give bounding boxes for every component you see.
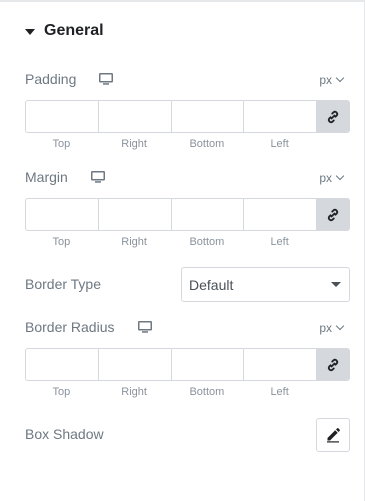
margin-unit-select[interactable]: px xyxy=(319,171,345,185)
border-radius-right-input[interactable] xyxy=(97,348,171,381)
border-type-select[interactable]: Default xyxy=(181,267,350,302)
chevron-down-icon xyxy=(335,73,345,83)
padding-left-input[interactable] xyxy=(243,100,317,133)
padding-right-input[interactable] xyxy=(97,100,171,133)
border-radius-bottom-input[interactable] xyxy=(170,348,244,381)
side-label-right: Right xyxy=(121,236,147,248)
border-radius-side-labels: Top Right Bottom Left xyxy=(25,386,316,398)
side-label-top: Top xyxy=(52,386,71,398)
padding-dimensions xyxy=(25,100,351,133)
border-type-value: Default xyxy=(189,276,234,293)
side-label-bottom: Bottom xyxy=(189,138,225,150)
margin-right-input[interactable] xyxy=(97,198,171,231)
padding-side-labels: Top Right Bottom Left xyxy=(25,138,316,150)
margin-unit-value: px xyxy=(319,171,332,185)
side-label-bottom: Bottom xyxy=(189,236,225,248)
side-label-left: Left xyxy=(270,386,289,398)
section-title: General xyxy=(44,22,104,39)
padding-link-button[interactable] xyxy=(316,100,351,133)
border-radius-link-button[interactable] xyxy=(316,348,351,381)
margin-left-input[interactable] xyxy=(243,198,317,231)
border-radius-unit-select[interactable]: px xyxy=(319,321,345,335)
top-divider xyxy=(0,0,365,2)
desktop-icon[interactable] xyxy=(99,73,113,85)
pencil-icon xyxy=(327,428,340,443)
border-radius-dimensions xyxy=(25,348,351,381)
border-radius-unit-value: px xyxy=(319,321,332,335)
margin-dimensions xyxy=(25,198,351,231)
margin-bottom-input[interactable] xyxy=(170,198,244,231)
border-radius-top-input[interactable] xyxy=(25,348,98,381)
side-label-left: Left xyxy=(270,236,289,248)
side-label-right: Right xyxy=(121,386,147,398)
side-label-left: Left xyxy=(270,138,289,150)
margin-link-button[interactable] xyxy=(316,198,351,231)
link-icon xyxy=(327,208,339,221)
caret-down-icon xyxy=(25,28,35,35)
side-label-top: Top xyxy=(52,236,71,248)
section-toggle-general[interactable]: General xyxy=(25,21,104,41)
border-type-label: Border Type xyxy=(25,276,102,292)
side-label-top: Top xyxy=(52,138,71,150)
box-shadow-edit-button[interactable] xyxy=(316,418,350,452)
chevron-down-icon xyxy=(335,321,345,331)
side-label-bottom: Bottom xyxy=(189,386,225,398)
border-radius-label: Border Radius xyxy=(25,319,115,335)
side-label-right: Right xyxy=(121,138,147,150)
margin-top-input[interactable] xyxy=(25,198,98,231)
box-shadow-label: Box Shadow xyxy=(25,426,104,442)
link-icon xyxy=(327,110,339,123)
border-radius-left-input[interactable] xyxy=(243,348,317,381)
padding-unit-value: px xyxy=(319,73,332,87)
chevron-down-icon xyxy=(335,171,345,181)
desktop-icon[interactable] xyxy=(91,171,105,183)
margin-side-labels: Top Right Bottom Left xyxy=(25,236,316,248)
margin-label: Margin xyxy=(25,169,68,185)
padding-top-input[interactable] xyxy=(25,100,98,133)
padding-label: Padding xyxy=(25,71,77,87)
padding-bottom-input[interactable] xyxy=(170,100,244,133)
link-icon xyxy=(327,358,339,371)
caret-down-icon xyxy=(331,282,341,287)
padding-unit-select[interactable]: px xyxy=(319,73,345,87)
desktop-icon[interactable] xyxy=(138,321,152,333)
